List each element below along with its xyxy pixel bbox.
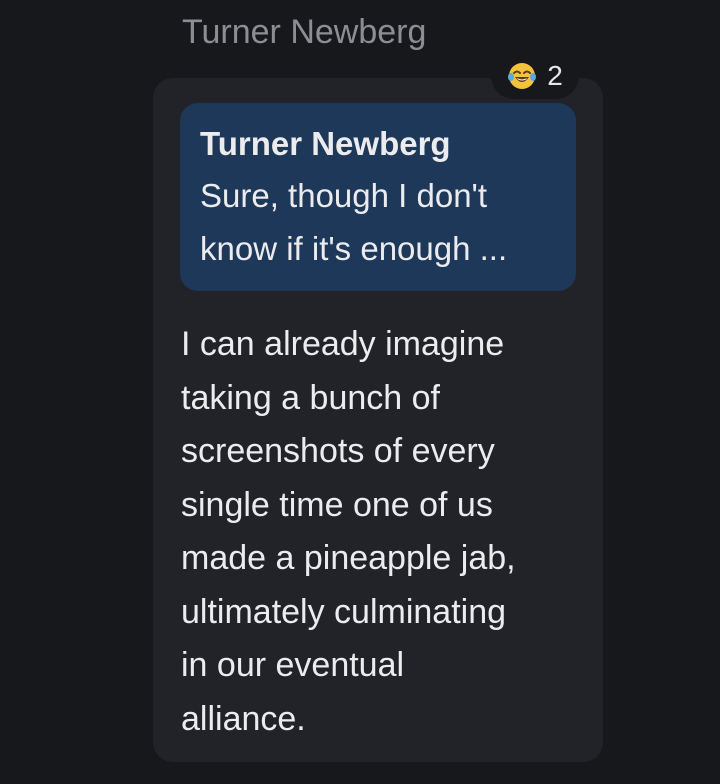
sender-name: Turner Newberg [182,13,427,51]
reaction-count: 2 [547,60,563,91]
quote-author: Turner Newberg [200,125,451,162]
quoted-reply[interactable]: Turner Newberg Sure, though I don't know… [180,103,576,291]
message-line: ultimately culminating [181,592,507,631]
quote-text-line: Sure, though I don't [200,177,488,214]
message-body: I can already imagine taking a bunch of … [181,318,581,746]
reaction-pill[interactable]: 2 [491,53,579,99]
quote-text-line: know if it's enough ... [200,230,508,267]
message-line: screenshots of every [181,432,495,470]
tears-of-joy-emoji-icon [507,61,537,91]
message-line: alliance. [181,699,306,738]
message-line: single time one of us [181,485,493,524]
message-line: made a pineapple jab, [181,539,516,577]
quote-text: Sure, though I don't know if it's enough… [200,169,556,275]
message-line: in our eventual [181,646,405,684]
message-line: taking a bunch of [181,378,440,417]
message-line: I can already imagine [181,325,505,363]
